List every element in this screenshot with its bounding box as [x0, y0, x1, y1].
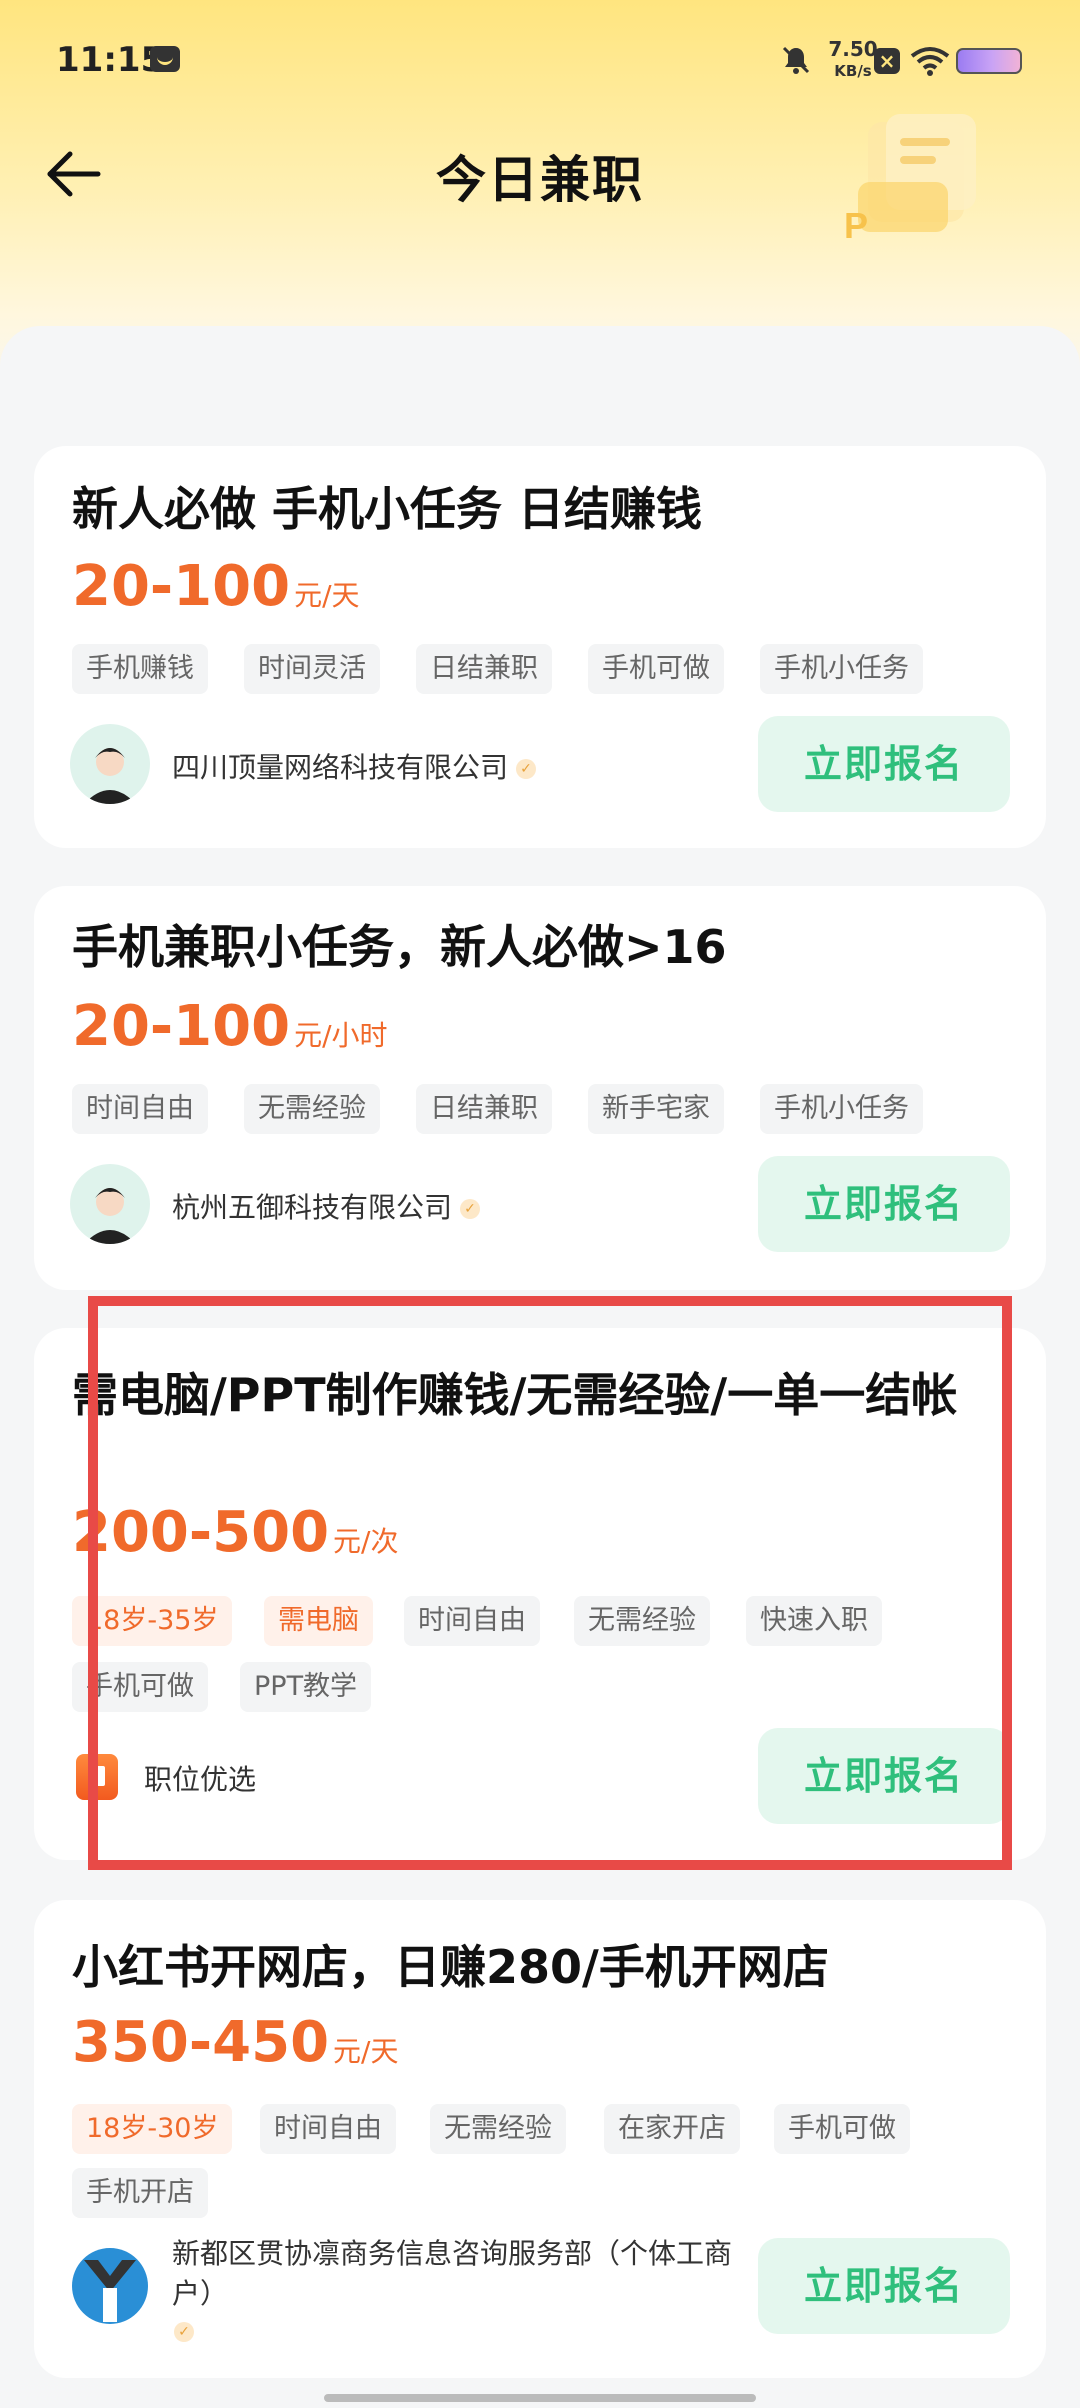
- apply-button[interactable]: 立即报名: [758, 716, 1010, 812]
- company-avatar: [70, 2246, 150, 2326]
- job-tag: 无需经验: [244, 1084, 380, 1134]
- job-title: 手机兼职小任务，新人必做>16: [72, 920, 727, 974]
- message-notification-icon: [150, 46, 180, 72]
- job-tag: 手机小任务: [760, 644, 923, 694]
- y-logo-icon: [72, 2248, 148, 2324]
- company-name-text: 四川顶量网络科技有限公司: [172, 751, 509, 784]
- job-tag: 时间灵活: [244, 644, 380, 694]
- job-card[interactable]: 手机兼职小任务，新人必做>16 20-100 元/小时 时间自由 无需经验 日结兼…: [34, 886, 1046, 1290]
- job-tag: 日结兼职: [416, 1084, 552, 1134]
- job-tag: 18岁-30岁: [72, 2104, 233, 2154]
- job-salary: 350-450 元/天: [72, 2010, 398, 2075]
- job-tag: 手机赚钱: [72, 644, 208, 694]
- bell-mute-icon: [782, 46, 810, 74]
- salary-range: 20-100: [72, 994, 291, 1059]
- job-tag: 无需经验: [430, 2104, 566, 2154]
- salary-range: 350-450: [72, 2010, 330, 2075]
- job-tag: 手机小任务: [760, 1084, 923, 1134]
- company-name-text: 新都区贯协凛商务信息咨询服务部（个体工商户）: [172, 2237, 733, 2310]
- salary-range: 20-100: [72, 554, 291, 619]
- person-avatar-icon: [84, 748, 136, 804]
- job-tag: 手机可做: [588, 644, 724, 694]
- highlight-box: [88, 1296, 1012, 1870]
- job-card[interactable]: 新人必做 手机小任务 日结赚钱 20-100 元/天 手机赚钱 时间灵活 日结兼职…: [34, 446, 1046, 848]
- verified-icon: ✓: [460, 1199, 481, 1219]
- battery-icon: [956, 48, 1022, 74]
- job-tag: 在家开店: [604, 2104, 740, 2154]
- job-tag: 日结兼职: [416, 644, 552, 694]
- wifi-icon: [910, 47, 950, 76]
- company-name: 新都区贯协凛商务信息咨询服务部（个体工商户）: [172, 2234, 752, 2314]
- company-name: 杭州五御科技有限公司 ✓: [172, 1186, 481, 1226]
- status-bar: 11:15 7.50 KB/s ×: [0, 0, 1080, 120]
- salary-unit: 元/小时: [294, 1019, 388, 1052]
- job-tag: 时间自由: [72, 1084, 208, 1134]
- status-time: 11:15: [56, 40, 165, 80]
- apply-button[interactable]: 立即报名: [758, 1156, 1010, 1252]
- job-tag: 手机开店: [72, 2168, 208, 2218]
- svg-text:P: P: [844, 205, 868, 246]
- job-card[interactable]: 小红书开网店，日赚280/手机开网店 350-450 元/天 18岁-30岁 时间…: [34, 1900, 1046, 2378]
- job-title: 小红书开网店，日赚280/手机开网店: [72, 1940, 829, 1994]
- x-app-icon: ×: [874, 48, 900, 74]
- company-name: 四川顶量网络科技有限公司 ✓: [172, 746, 537, 786]
- job-tag: 手机可做: [774, 2104, 910, 2154]
- verified-icon: ✓: [174, 2322, 194, 2342]
- job-title: 新人必做 手机小任务 日结赚钱: [72, 482, 703, 536]
- home-indicator[interactable]: [324, 2394, 756, 2402]
- verified-icon: ✓: [516, 759, 537, 779]
- company-avatar: [70, 1164, 150, 1244]
- salary-unit: 元/天: [333, 2035, 399, 2068]
- job-tag: 时间自由: [260, 2104, 396, 2154]
- salary-unit: 元/天: [294, 579, 360, 612]
- person-avatar-icon: [84, 1188, 136, 1244]
- document-illustration-icon: P: [844, 114, 976, 246]
- job-tag: 新手宅家: [588, 1084, 724, 1134]
- company-avatar: [70, 724, 150, 804]
- job-salary: 20-100 元/小时: [72, 994, 388, 1059]
- job-salary: 20-100 元/天: [72, 554, 360, 619]
- company-name-text: 杭州五御科技有限公司: [172, 1191, 453, 1224]
- apply-button[interactable]: 立即报名: [758, 2238, 1010, 2334]
